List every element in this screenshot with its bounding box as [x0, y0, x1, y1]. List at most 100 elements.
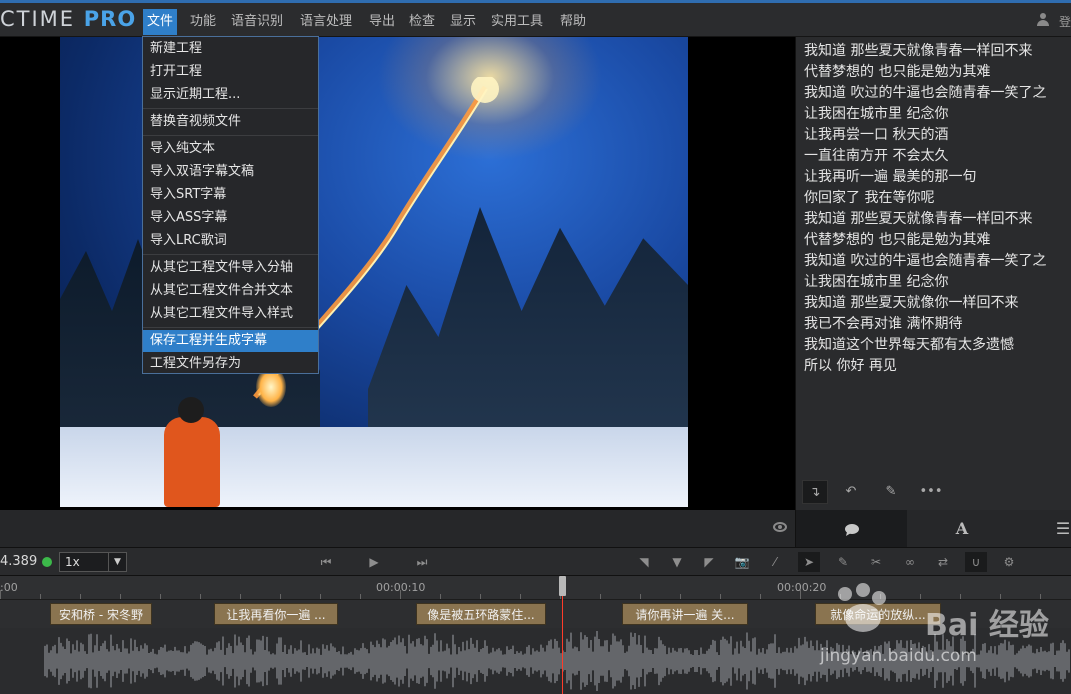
undo-icon[interactable]: ↶: [838, 480, 864, 504]
subtitle-line[interactable]: 你回家了 我在等你呢: [804, 188, 1071, 209]
subtitle-line[interactable]: 我知道 那些夏天就像青春一样回不来: [804, 209, 1071, 230]
menu-item-import-ass[interactable]: 导入ASS字幕: [143, 207, 318, 229]
playhead-handle[interactable]: [559, 576, 566, 596]
menu-item-import-style[interactable]: 从其它工程文件导入样式: [143, 303, 318, 325]
tab-list[interactable]: ☰: [1054, 510, 1071, 547]
playback-speed-select[interactable]: 1x ▼: [59, 552, 127, 572]
ruler-tick: [600, 594, 601, 599]
panel-tabs: A ☰: [795, 510, 1071, 547]
menu-item-import-timing[interactable]: 从其它工程文件导入分轴: [143, 257, 318, 279]
menu-item-save-and-generate[interactable]: 保存工程并生成字幕: [143, 330, 318, 352]
menu-language-processing[interactable]: 语言处理: [296, 10, 356, 34]
ruler-tick: [640, 594, 641, 599]
video-snow: [60, 427, 688, 507]
user-login[interactable]: 登: [1059, 13, 1071, 30]
timeline-clip[interactable]: 让我再看你一遍 ...: [214, 603, 338, 625]
tab-comment[interactable]: [796, 510, 907, 547]
swap-icon[interactable]: ⇄: [932, 552, 954, 572]
ruler-tick: [840, 594, 841, 599]
menu-item-open-project[interactable]: 打开工程: [143, 61, 318, 83]
subtitle-line[interactable]: 让我困在城市里 纪念你: [804, 272, 1071, 293]
play-icon[interactable]: ▶: [363, 552, 385, 572]
magic-wand-icon[interactable]: ⁄: [764, 552, 786, 572]
mark-start-icon[interactable]: ◥: [633, 552, 655, 572]
ruler-tick: [360, 594, 361, 599]
subtitle-line[interactable]: 所以 你好 再见: [804, 356, 1071, 377]
tab-text-style[interactable]: A: [907, 510, 1017, 547]
ruler-tick: [0, 590, 1, 599]
timeline-clip[interactable]: 就像命运的放纵...: [815, 603, 941, 625]
ruler-tick: [1000, 594, 1001, 599]
menu-function[interactable]: 功能: [186, 10, 220, 34]
menu-export[interactable]: 导出: [365, 10, 399, 34]
menubar: CTIME PRO 文件 功能 语音识别 语言处理 导出 检查 显示 实用工具 …: [0, 0, 1071, 37]
ruler-tick: [800, 590, 801, 599]
menu-item-import-lrc[interactable]: 导入LRC歌词: [143, 230, 318, 252]
ruler-tick: [400, 590, 401, 599]
mark-down-icon[interactable]: ▼: [666, 552, 688, 572]
ruler-tick: [120, 594, 121, 599]
subtitle-line[interactable]: 一直往南方开 不会太久: [804, 146, 1071, 167]
menu-item-merge-text[interactable]: 从其它工程文件合并文本: [143, 280, 318, 302]
user-icon[interactable]: [1037, 13, 1049, 27]
ruler-tick: [1040, 594, 1041, 599]
subtitle-line[interactable]: 我知道 那些夏天就像你一样回不来: [804, 293, 1071, 314]
timeline[interactable]: :00 00:00:10 00:00:20 安和桥 - 宋冬野 让我再看你一遍 …: [0, 576, 1071, 694]
time-ruler[interactable]: :00 00:00:10 00:00:20: [0, 576, 1071, 600]
edit-icon[interactable]: ✎: [878, 480, 904, 504]
subtitle-line[interactable]: 让我困在城市里 纪念你: [804, 104, 1071, 125]
status-indicator: [42, 557, 52, 567]
speed-value: 1x: [65, 555, 80, 569]
mark-end-icon[interactable]: ◤: [698, 552, 720, 572]
chevron-down-icon: ▼: [108, 553, 126, 571]
ruler-tick: [240, 594, 241, 599]
camera-icon[interactable]: 📷: [731, 552, 753, 572]
gear-icon[interactable]: ⚙: [998, 552, 1020, 572]
menu-file[interactable]: 文件: [143, 9, 178, 35]
ruler-label: :00: [0, 581, 18, 594]
video-panel: [0, 37, 795, 510]
comment-icon: [844, 523, 859, 536]
scissors-icon[interactable]: ✂: [865, 552, 887, 572]
subtitle-line[interactable]: 我知道这个世界每天都有太多遗憾: [804, 335, 1071, 356]
subtitle-line[interactable]: 让我再听一遍 最美的那一句: [804, 167, 1071, 188]
menu-item-new-project[interactable]: 新建工程: [143, 38, 318, 60]
menu-item-save-as[interactable]: 工程文件另存为: [143, 353, 318, 375]
menu-speech-recognition[interactable]: 语音识别: [227, 10, 287, 34]
subtitle-line[interactable]: 我知道 那些夏天就像青春一样回不来: [804, 41, 1071, 62]
menu-display[interactable]: 显示: [446, 10, 480, 34]
menu-item-replace-media[interactable]: 替换音视频文件: [143, 111, 318, 133]
subtitle-line[interactable]: 我已不会再对谁 满怀期待: [804, 314, 1071, 335]
subtitle-lines[interactable]: 我知道 那些夏天就像青春一样回不来 代替梦想的 也只能是勉为其难 我知道 吹过的…: [804, 41, 1071, 377]
menu-item-import-plain-text[interactable]: 导入纯文本: [143, 138, 318, 160]
link-icon[interactable]: ∞: [899, 552, 921, 572]
menu-separator: [143, 108, 318, 109]
menu-item-import-srt[interactable]: 导入SRT字幕: [143, 184, 318, 206]
subtitle-line[interactable]: 代替梦想的 也只能是勉为其难: [804, 230, 1071, 251]
timeline-clip[interactable]: 安和桥 - 宋冬野: [50, 603, 152, 625]
prev-subtitle-icon[interactable]: ⏮: [315, 552, 337, 572]
subtitle-line[interactable]: 代替梦想的 也只能是勉为其难: [804, 62, 1071, 83]
eye-icon[interactable]: [773, 522, 787, 532]
menu-item-recent-projects[interactable]: 显示近期工程...: [143, 84, 318, 106]
more-icon[interactable]: •••: [918, 480, 944, 504]
next-subtitle-icon[interactable]: ⏭: [411, 552, 433, 572]
menu-item-import-bilingual[interactable]: 导入双语字幕文稿: [143, 161, 318, 183]
video-bottom-bar: [0, 510, 795, 547]
ruler-tick: [320, 594, 321, 599]
audio-waveform[interactable]: [0, 628, 1071, 694]
menu-tools[interactable]: 实用工具: [487, 10, 547, 34]
timeline-clip[interactable]: 像是被五环路蒙住...: [416, 603, 546, 625]
subtitle-line[interactable]: 我知道 吹过的牛逼也会随青春一笑了之: [804, 83, 1071, 104]
timeline-clip[interactable]: 请你再讲一遍 关...: [622, 603, 748, 625]
pointer-icon[interactable]: ➤: [798, 552, 820, 572]
subtitle-line[interactable]: 让我再尝一口 秋天的酒: [804, 125, 1071, 146]
pencil-icon[interactable]: ✎: [832, 552, 854, 572]
insert-icon[interactable]: ↴: [802, 480, 828, 504]
magnet-icon[interactable]: ∪: [965, 552, 987, 572]
subtitle-line[interactable]: 我知道 吹过的牛逼也会随青春一笑了之: [804, 251, 1071, 272]
ruler-tick: [160, 594, 161, 599]
menu-check[interactable]: 检查: [405, 10, 439, 34]
menu-help[interactable]: 帮助: [556, 10, 590, 34]
ruler-tick: [760, 594, 761, 599]
